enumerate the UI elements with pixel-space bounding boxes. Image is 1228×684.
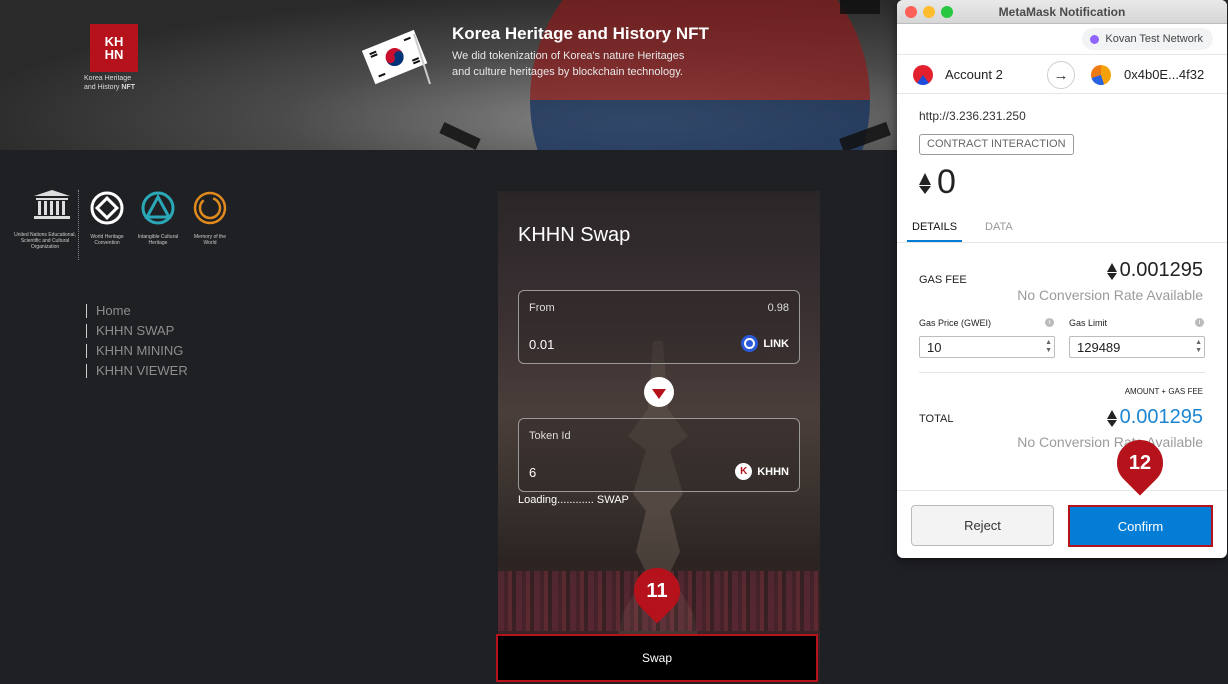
- amount-value: 0: [937, 163, 956, 201]
- khhn-logo[interactable]: KHHN: [90, 24, 138, 72]
- gas-price-value: 10: [927, 340, 942, 355]
- network-dot-icon: [1090, 34, 1100, 44]
- logo-divider: [78, 190, 79, 260]
- swap-button[interactable]: Swap: [496, 634, 818, 682]
- request-origin: http://3.236.231.250: [919, 109, 1026, 123]
- network-selector[interactable]: Kovan Test Network: [1082, 28, 1213, 50]
- info-icon[interactable]: i: [1045, 318, 1054, 327]
- tab-details[interactable]: DETAILS: [907, 221, 963, 242]
- trigram-shape: [439, 122, 481, 150]
- memory-of-world-caption: Memory of the World: [194, 234, 226, 246]
- to-token-selector[interactable]: K KHHN: [735, 463, 789, 480]
- gas-limit-value: 129489: [1077, 340, 1121, 355]
- chainlink-icon: [741, 335, 759, 352]
- ethereum-icon: [1106, 262, 1117, 280]
- reject-button[interactable]: Reject: [911, 505, 1054, 546]
- stepper-arrows-icon[interactable]: ▲ ▼: [1045, 339, 1052, 355]
- nav-item-khhn-viewer[interactable]: KHHN VIEWER: [86, 364, 188, 378]
- arrow-right-icon: →: [1047, 61, 1075, 89]
- world-heritage-icon: [90, 191, 124, 225]
- ethereum-icon: [1106, 409, 1117, 427]
- transaction-amount: 0: [919, 163, 956, 202]
- gas-limit-input[interactable]: 129489 ▲ ▼: [1069, 336, 1205, 358]
- trigram-shape: [840, 0, 880, 14]
- contract-interaction-badge: CONTRACT INTERACTION: [919, 134, 1074, 155]
- intangible-heritage-caption: Intangible Cultural Heritage: [137, 234, 179, 246]
- to-account-address[interactable]: 0x4b0E...4f32: [1124, 67, 1204, 82]
- ethereum-icon: [919, 172, 931, 194]
- step-number: 11: [646, 579, 668, 602]
- korean-flag-icon: [362, 29, 431, 85]
- world-heritage-logo: World Heritage Convention: [86, 190, 128, 246]
- page: KHHN Korea Heritage and History NFT Kore…: [0, 0, 1228, 684]
- details-tabs: DETAILS DATA: [897, 214, 1227, 243]
- token-id-input[interactable]: 6: [529, 465, 536, 480]
- confirm-button[interactable]: Confirm: [1068, 505, 1213, 547]
- loading-status: Loading............ SWAP: [518, 494, 629, 506]
- confirm-button-label: Confirm: [1117, 518, 1164, 534]
- from-balance: 0.98: [767, 302, 789, 314]
- unesco-logo: United Nations Educational, Scientific a…: [14, 190, 76, 250]
- logo-caption-line1: Korea Heritage: [84, 75, 132, 82]
- side-nav: Home KHHN SWAP KHHN MINING KHHN VIEWER: [86, 298, 188, 378]
- window-title: MetaMask Notification: [998, 5, 1126, 19]
- khhn-token-icon: K: [735, 463, 753, 480]
- window-titlebar: MetaMask Notification: [897, 0, 1227, 24]
- step-number: 12: [1128, 451, 1152, 474]
- memory-of-world-icon: [193, 191, 227, 225]
- banner-title: Korea Heritage and History NFT: [452, 24, 709, 43]
- from-account-avatar: [913, 65, 933, 85]
- info-icon[interactable]: i: [1195, 318, 1204, 327]
- gas-no-conversion: No Conversion Rate Available: [1017, 287, 1203, 303]
- banner-description: We did tokenization of Korea's nature He…: [452, 50, 685, 78]
- metamask-window: MetaMask Notification Kovan Test Network…: [897, 0, 1227, 558]
- swap-title: KHHN Swap: [518, 224, 631, 246]
- token-id-field[interactable]: Token Id 6 K KHHN: [518, 418, 800, 492]
- total-amount: 0.001295: [1119, 406, 1203, 428]
- from-amount-input[interactable]: 0.01: [529, 337, 554, 352]
- network-name: Kovan Test Network: [1105, 33, 1203, 45]
- gas-fee-amount: 0.001295: [1119, 259, 1203, 281]
- total-label: TOTAL: [919, 413, 954, 425]
- nav-item-home[interactable]: Home: [86, 304, 188, 318]
- gas-fee-label: GAS FEE: [919, 274, 967, 286]
- token-id-label: Token Id: [529, 430, 571, 442]
- logo-caption-nft: NFT: [121, 84, 135, 91]
- unesco-icon: [34, 190, 70, 219]
- stepper-arrows-icon[interactable]: ▲ ▼: [1195, 339, 1202, 355]
- gas-price-label: Gas Price (GWEI): [919, 318, 992, 328]
- world-heritage-caption: World Heritage Convention: [90, 234, 124, 246]
- swap-direction-button[interactable]: [644, 377, 674, 407]
- from-label: From: [529, 302, 555, 314]
- gas-price-input[interactable]: 10 ▲ ▼: [919, 336, 1055, 358]
- from-field[interactable]: From 0.98 0.01 LINK: [518, 290, 800, 364]
- organization-logos: United Nations Educational, Scientific a…: [14, 190, 244, 260]
- logo-letters: KHHN: [104, 34, 124, 62]
- amount-gas-label: AMOUNT + GAS FEE: [1124, 387, 1203, 396]
- to-token-symbol: KHHN: [757, 465, 789, 478]
- total-value: 0.001295: [1106, 406, 1203, 429]
- from-token-symbol: LINK: [763, 337, 789, 350]
- action-footer: Reject Confirm: [897, 490, 1227, 558]
- from-account-name: Account 2: [945, 67, 1003, 82]
- to-account-avatar: [1091, 65, 1111, 85]
- account-row: Account 2 → 0x4b0E...4f32: [897, 54, 1227, 94]
- nav-item-khhn-swap[interactable]: KHHN SWAP: [86, 324, 188, 338]
- total-no-conversion: No Conversion Rate Available: [1017, 434, 1203, 450]
- divider: [919, 372, 1205, 373]
- nav-item-khhn-mining[interactable]: KHHN MINING: [86, 344, 188, 358]
- intangible-heritage-logo: Intangible Cultural Heritage: [136, 190, 180, 246]
- gas-limit-label: Gas Limit: [1069, 318, 1108, 328]
- tab-data[interactable]: DATA: [985, 221, 1013, 233]
- unesco-caption: United Nations Educational, Scientific a…: [14, 232, 76, 250]
- intangible-heritage-icon: [141, 191, 175, 225]
- memory-of-world-logo: Memory of the World: [190, 190, 230, 246]
- gas-fee-value: 0.001295: [1106, 259, 1203, 282]
- logo-caption: Korea Heritage and History NFT: [84, 74, 148, 92]
- logo-caption-line2: and History: [84, 84, 120, 91]
- swap-button-label: Swap: [641, 651, 673, 665]
- reject-button-label: Reject: [964, 518, 1001, 533]
- from-token-selector[interactable]: LINK: [741, 335, 789, 352]
